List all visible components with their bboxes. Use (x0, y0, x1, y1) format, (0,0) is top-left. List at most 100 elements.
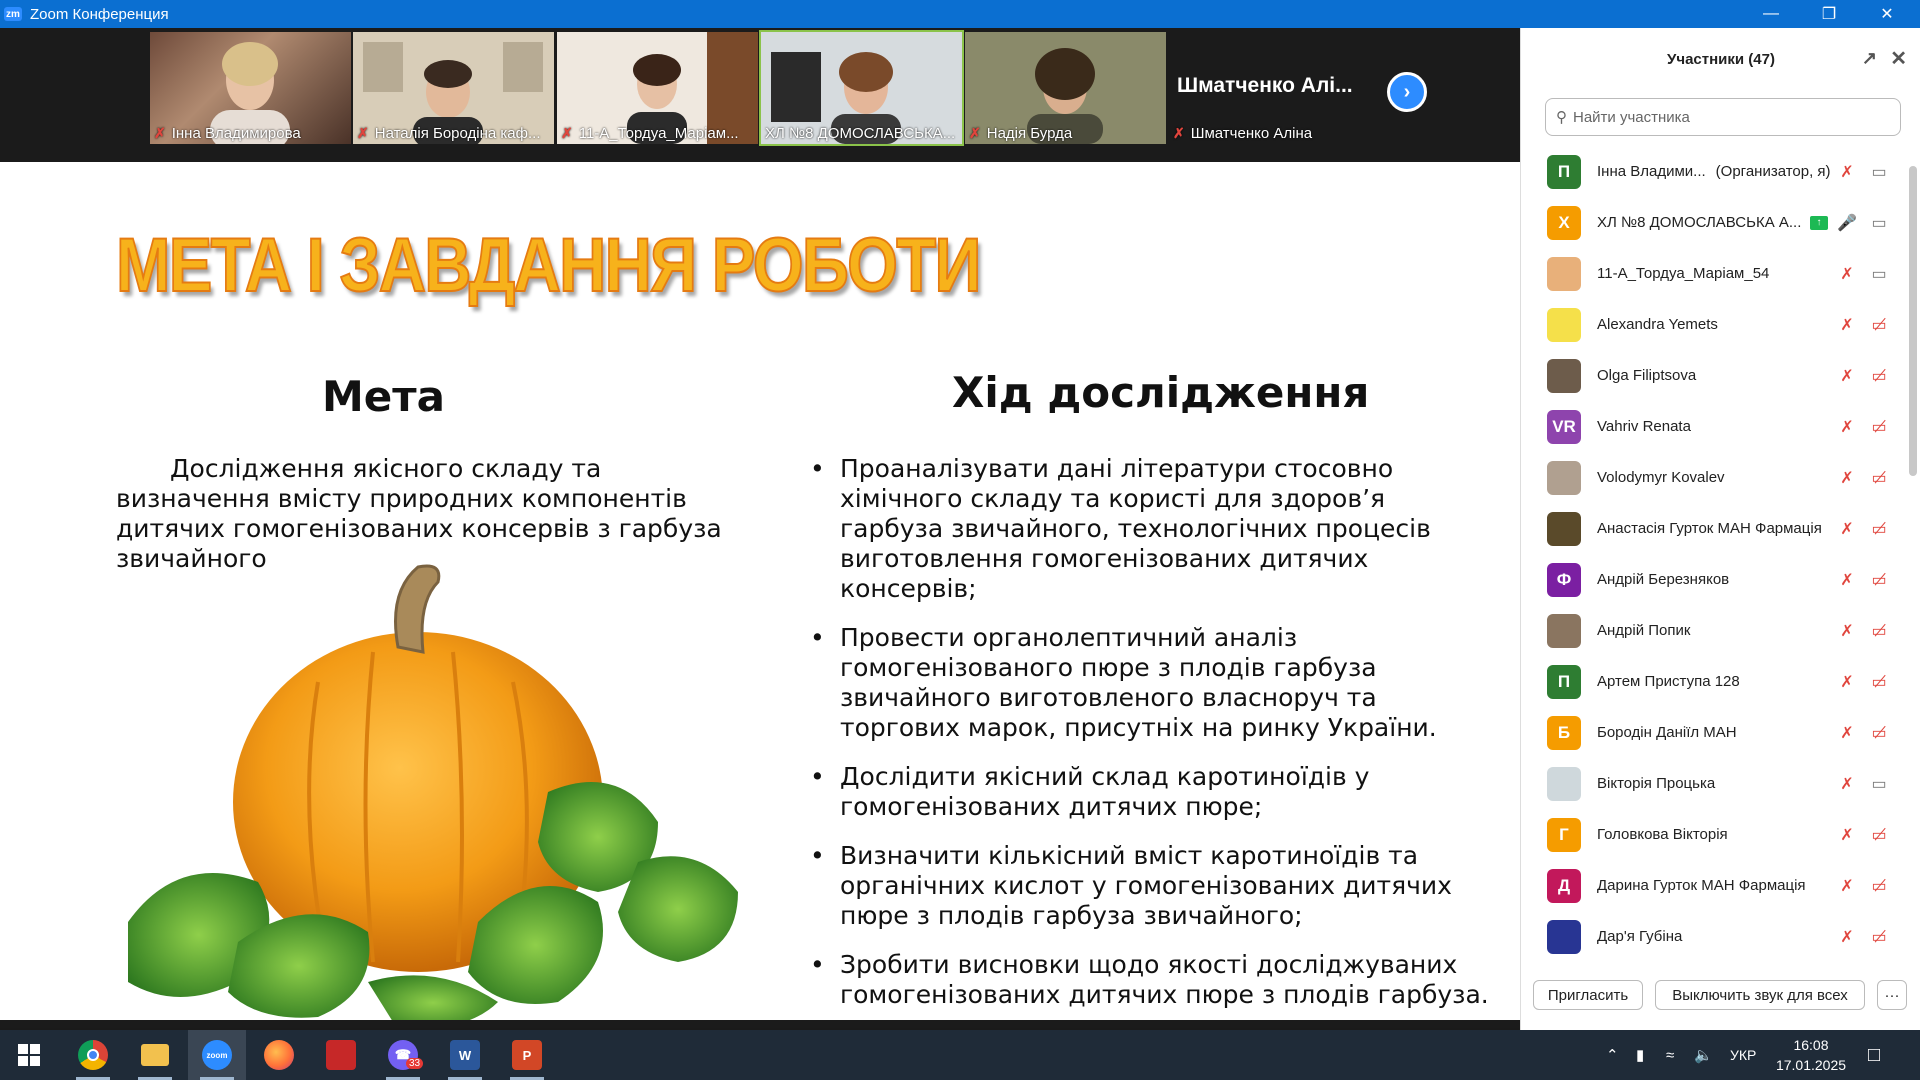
mute-all-button[interactable]: Выключить звук для всех (1655, 980, 1865, 1010)
video-off-icon[interactable]: ▭̸ (1867, 723, 1891, 743)
pop-out-icon[interactable]: ↗ (1862, 48, 1877, 69)
video-tile[interactable]: ✗ Інна Владимирова (150, 32, 351, 144)
participant-row[interactable]: Г Головкова Вікторія ✗ ▭̸ (1521, 809, 1899, 860)
participant-row[interactable]: 11-А_Тордуа_Маріам_54 ✗ ▭ (1521, 248, 1899, 299)
participant-row[interactable]: Д Дарина Гурток МАН Фармація ✗ ▭̸ (1521, 860, 1899, 911)
avatar: Ф (1547, 562, 1581, 597)
mic-muted-icon[interactable]: ✗ (1837, 621, 1857, 641)
search-input[interactable] (1573, 108, 1873, 126)
taskbar-app[interactable] (312, 1030, 370, 1080)
participant-row[interactable]: П Інна Владими... (Организатор, я) ✗ ▭ (1521, 146, 1899, 197)
video-tile[interactable]: Шматченко Алі... ✗ Шматченко Аліна (1169, 32, 1370, 144)
participant-row[interactable]: Вікторія Процька ✗ ▭ (1521, 758, 1899, 809)
mic-muted-icon[interactable]: ✗ (1837, 825, 1857, 845)
participants-title: Участники (47) (1667, 50, 1775, 68)
participant-row[interactable]: Ф Андрій Березняков ✗ ▭̸ (1521, 554, 1899, 605)
taskbar-firefox[interactable] (250, 1030, 308, 1080)
video-icon[interactable]: ▭ (1867, 264, 1891, 284)
scrollbar[interactable] (1909, 166, 1917, 476)
taskbar-file-explorer[interactable] (126, 1030, 184, 1080)
participant-name: 11-А_Тордуа_Маріам_54 (1597, 265, 1769, 282)
participant-row[interactable]: Андрій Попик ✗ ▭̸ (1521, 605, 1899, 656)
taskbar-chrome[interactable] (64, 1030, 122, 1080)
video-tile[interactable]: ✗ Надія Бурда (965, 32, 1166, 144)
video-tile[interactable]: ✗ Наталія Бородіна каф... (353, 32, 554, 144)
video-off-icon[interactable]: ▭̸ (1867, 927, 1891, 947)
close-icon[interactable]: ✕ (1890, 46, 1907, 71)
language-indicator[interactable]: УКР (1730, 1030, 1756, 1080)
participant-name: Артем Приступа 128 (1597, 673, 1740, 690)
participant-name-text: Бородін Даніїл МАН (1597, 724, 1737, 741)
participant-row[interactable]: П Артем Приступа 128 ✗ ▭̸ (1521, 656, 1899, 707)
taskbar-viber[interactable]: ☎ 33 (374, 1030, 432, 1080)
participant-role: (Организатор, я) (1715, 163, 1831, 180)
participant-name: Бородін Даніїл МАН (1597, 724, 1737, 741)
mic-muted-icon[interactable]: ✗ (1837, 519, 1857, 539)
taskbar-word[interactable]: W (436, 1030, 494, 1080)
battery-icon[interactable]: ▮ (1636, 1030, 1644, 1080)
zoom-icon: zoom (202, 1040, 232, 1070)
close-icon[interactable]: ✕ (1858, 0, 1916, 28)
list-item: • Провести органолептичний аналіз гомоген… (810, 623, 1490, 743)
mic-on-icon[interactable]: 🎤 (1837, 213, 1857, 233)
step-text: Проаналізувати дані літератури стосовно … (840, 454, 1431, 603)
wifi-icon[interactable]: ≈ (1666, 1030, 1674, 1080)
folder-icon (141, 1044, 169, 1066)
avatar: VR (1547, 409, 1581, 444)
mic-muted-icon[interactable]: ✗ (1837, 315, 1857, 335)
participant-row[interactable]: Volodymyr Kovalev ✗ ▭̸ (1521, 452, 1899, 503)
participant-row[interactable]: Анастасія Гурток МАН Фармація ✗ ▭̸ (1521, 503, 1899, 554)
mic-muted-icon[interactable]: ✗ (1837, 570, 1857, 590)
mic-muted-icon[interactable]: ✗ (1837, 366, 1857, 386)
mic-muted-icon[interactable]: ✗ (1837, 876, 1857, 896)
video-off-icon[interactable]: ▭̸ (1867, 825, 1891, 845)
mic-muted-icon[interactable]: ✗ (1837, 162, 1857, 182)
start-button[interactable] (0, 1030, 58, 1080)
participant-row[interactable]: Дар'я Губіна ✗ ▭̸ (1521, 911, 1899, 962)
video-off-icon[interactable]: ▭̸ (1867, 468, 1891, 488)
goal-heading: Мета (322, 372, 445, 421)
mic-muted-icon[interactable]: ✗ (1837, 468, 1857, 488)
video-icon[interactable]: ▭ (1867, 162, 1891, 182)
video-off-icon[interactable]: ▭̸ (1867, 417, 1891, 437)
video-off-icon[interactable]: ▭̸ (1867, 570, 1891, 590)
bullet: • (810, 841, 825, 870)
mic-muted-icon[interactable]: ✗ (1837, 264, 1857, 284)
notifications-icon[interactable]: □ (1868, 1030, 1880, 1080)
video-tile-active-speaker[interactable]: ХЛ №8 ДОМОСЛАВСЬКА... (759, 30, 964, 146)
bullet: • (810, 950, 825, 979)
participant-name: ХЛ №8 ДОМОСЛАВСЬКА А... (1597, 214, 1801, 231)
more-options-button[interactable]: ··· (1877, 980, 1907, 1010)
video-off-icon[interactable]: ▭̸ (1867, 672, 1891, 692)
mic-muted-icon[interactable]: ✗ (1837, 774, 1857, 794)
mic-muted-icon: ✗ (969, 125, 981, 141)
video-off-icon[interactable]: ▭̸ (1867, 366, 1891, 386)
pumpkin-illustration (128, 564, 738, 1020)
search-box[interactable]: ⚲ (1545, 98, 1901, 136)
video-tile[interactable]: ✗ 11-А_Тордуа_Маріам... (557, 32, 758, 144)
participant-row[interactable]: Х ХЛ №8 ДОМОСЛАВСЬКА А... ↑ 🎤 ▭ (1521, 197, 1899, 248)
video-off-icon[interactable]: ▭̸ (1867, 876, 1891, 896)
taskbar-zoom[interactable]: zoom (188, 1030, 246, 1080)
volume-icon[interactable]: 🔈 (1694, 1030, 1713, 1080)
invite-button[interactable]: Пригласить (1533, 980, 1643, 1010)
video-off-icon[interactable]: ▭̸ (1867, 621, 1891, 641)
video-off-icon[interactable]: ▭̸ (1867, 519, 1891, 539)
taskbar-powerpoint[interactable]: P (498, 1030, 556, 1080)
tray-chevron-up-icon[interactable]: ⌃ (1606, 1030, 1619, 1080)
chevron-right-icon[interactable]: › (1387, 72, 1427, 112)
taskbar-clock[interactable]: 16:08 17.01.2025 (1772, 1035, 1850, 1075)
participant-row[interactable]: VR Vahriv Renata ✗ ▭̸ (1521, 401, 1899, 452)
participant-row[interactable]: Б Бородін Даніїл МАН ✗ ▭̸ (1521, 707, 1899, 758)
participant-row[interactable]: Olga Filiptsova ✗ ▭̸ (1521, 350, 1899, 401)
video-off-icon[interactable]: ▭̸ (1867, 315, 1891, 335)
restore-icon[interactable]: ❐ (1800, 0, 1858, 28)
mic-muted-icon[interactable]: ✗ (1837, 927, 1857, 947)
mic-muted-icon[interactable]: ✗ (1837, 672, 1857, 692)
mic-muted-icon[interactable]: ✗ (1837, 723, 1857, 743)
minimize-icon[interactable]: — (1742, 0, 1800, 28)
video-icon[interactable]: ▭ (1867, 213, 1891, 233)
video-icon[interactable]: ▭ (1867, 774, 1891, 794)
mic-muted-icon[interactable]: ✗ (1837, 417, 1857, 437)
participant-row[interactable]: Alexandra Yemets ✗ ▭̸ (1521, 299, 1899, 350)
